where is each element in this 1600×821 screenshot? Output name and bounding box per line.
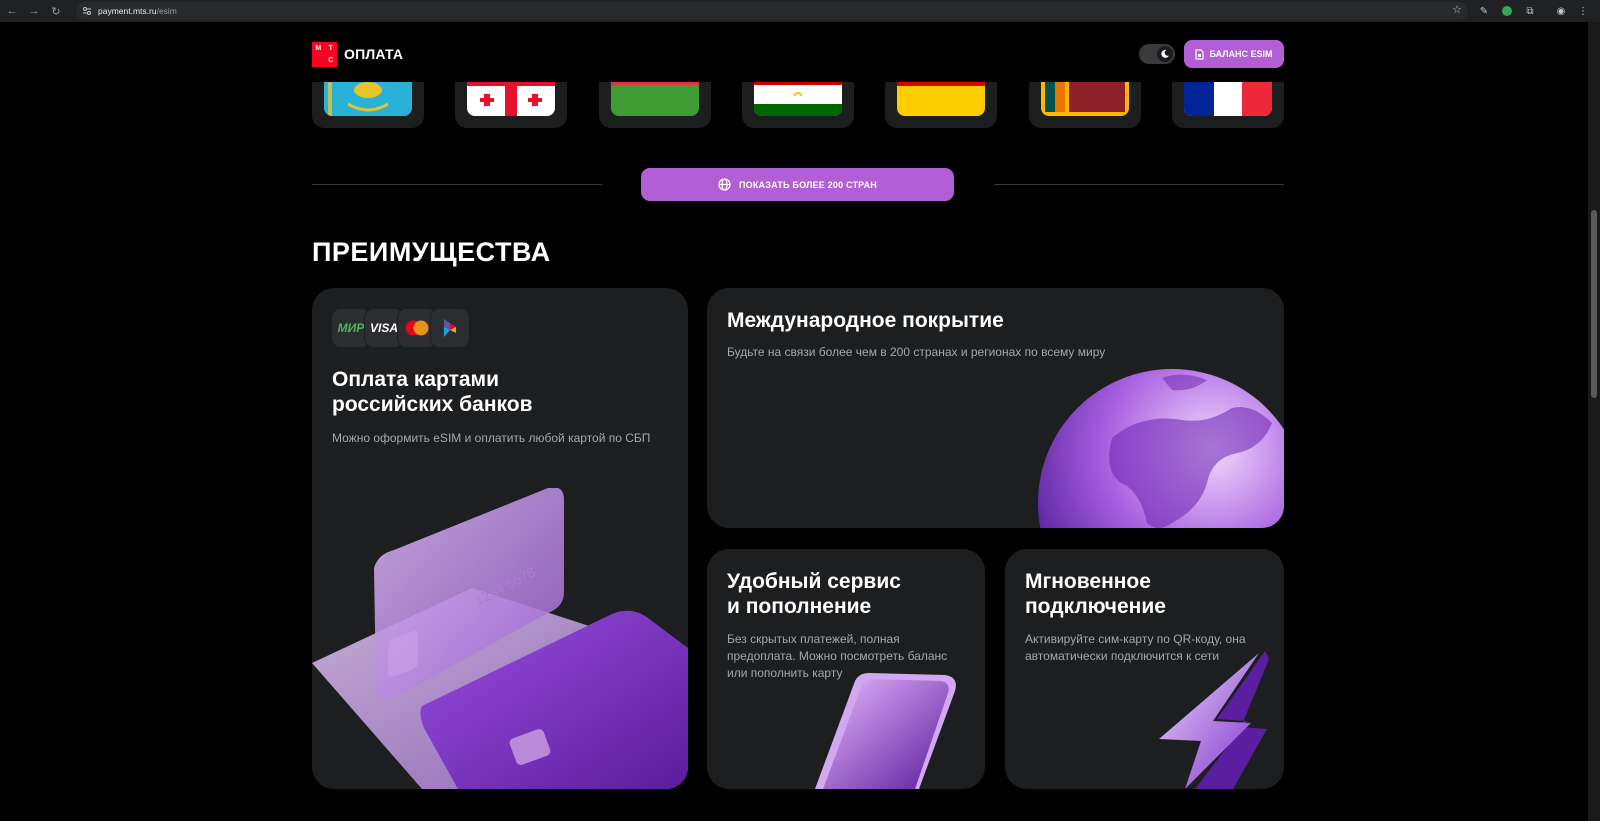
payment-card-title: Оплата картами российских банков: [332, 367, 532, 417]
instant-title-line2: подключение: [1025, 595, 1166, 618]
kazakhstan-flag-icon: [324, 82, 412, 116]
payment-logos: МИР VISA: [331, 308, 470, 348]
divider-left: [312, 184, 602, 185]
page-scrollbar[interactable]: [1588, 22, 1600, 821]
instant-title-line1: Мгновенное: [1025, 570, 1151, 593]
bank-cards-illustration: 1234 5678: [312, 488, 688, 789]
instant-advantage-card: Мгновенное подключение Активируйте сим-ка…: [1005, 549, 1284, 789]
brand-title: ОПЛАТА: [344, 46, 404, 62]
globe-illustration: [1038, 369, 1284, 528]
scrollbar-thumb[interactable]: [1591, 210, 1597, 398]
sbp-logo-icon: [430, 308, 470, 348]
georgia-flag-icon: [467, 82, 555, 116]
logo-letter: С: [328, 57, 334, 65]
payment-title-line1: Оплата картами: [332, 368, 499, 391]
flag-card-azerbaijan[interactable]: [599, 82, 711, 128]
globe-icon: [718, 178, 731, 191]
flag-card-kazakhstan[interactable]: [312, 82, 424, 128]
flag-card-sri-lanka[interactable]: [1029, 82, 1141, 128]
sim-icon: [1195, 48, 1205, 60]
divider-right: [994, 184, 1284, 185]
flag-card-france[interactable]: [1172, 82, 1284, 128]
instant-card-title: Мгновенное подключение: [1025, 569, 1166, 619]
extensions-puzzle-icon[interactable]: ⧉: [1522, 3, 1538, 19]
smartphone-illustration: [815, 673, 956, 789]
flag-card-tajikistan[interactable]: [742, 82, 854, 128]
payment-title-line2: российских банков: [332, 393, 533, 416]
moon-icon: [1157, 46, 1173, 62]
payment-card-text: Можно оформить eSIM и оплатить любой кар…: [332, 431, 651, 445]
service-title-line1: Удобный сервис: [727, 570, 901, 593]
visa-label: VISA: [369, 321, 398, 335]
payment-advantage-card: МИР VISA Оплата картами российских банков…: [312, 288, 688, 789]
site-settings-icon[interactable]: [80, 4, 94, 18]
country-flags-row: [312, 82, 1284, 128]
mts-logo[interactable]: М Т С: [312, 42, 337, 67]
sri-lanka-flag-icon: [1041, 82, 1129, 116]
site-header: М Т С ОПЛАТА БАЛАНС ESIM: [312, 39, 1284, 69]
service-advantage-card: Удобный сервис и пополнение Без скрытых п…: [707, 549, 985, 789]
france-flag-icon: [1184, 82, 1272, 116]
back-icon[interactable]: ←: [1, 0, 23, 22]
theme-toggle[interactable]: [1139, 44, 1175, 64]
forward-icon[interactable]: →: [23, 0, 45, 22]
service-card-title: Удобный сервис и пополнение: [727, 569, 901, 619]
coverage-advantage-card: Международное покрытие Будьте на связи б…: [707, 288, 1284, 528]
mir-label: МИР: [337, 321, 365, 335]
bookmark-star-icon[interactable]: ☆: [1452, 3, 1462, 16]
logo-letter: Т: [328, 44, 333, 52]
url-text: payment.mts.ru/esim: [98, 6, 177, 16]
address-bar[interactable]: payment.mts.ru/esim ☆: [76, 2, 1468, 20]
logo-letter: М: [315, 44, 322, 52]
tajikistan-flag-icon: [754, 82, 842, 116]
reload-icon[interactable]: ↻: [45, 0, 67, 22]
profile-icon[interactable]: ◉: [1553, 3, 1569, 19]
germany-flag-icon: [897, 82, 985, 116]
coverage-card-title: Международное покрытие: [727, 309, 1004, 332]
service-title-line2: и пополнение: [727, 595, 872, 618]
balance-esim-label: БАЛАНС ESIM: [1209, 49, 1273, 59]
show-more-countries-button[interactable]: ПОКАЗАТЬ БОЛЕЕ 200 СТРАН: [641, 168, 954, 201]
menu-kebab-icon[interactable]: ⋮: [1575, 3, 1591, 19]
lightning-bolt-illustration: [1159, 651, 1269, 789]
browser-toolbar: ← → ↻ payment.mts.ru/esim ☆ ✎ ⧉ ◉ ⋮: [0, 0, 1600, 22]
show-more-label: ПОКАЗАТЬ БОЛЕЕ 200 СТРАН: [739, 179, 877, 190]
flag-card-georgia[interactable]: [455, 82, 567, 128]
extension-pen-icon[interactable]: ✎: [1476, 3, 1492, 19]
balance-esim-button[interactable]: БАЛАНС ESIM: [1184, 40, 1284, 68]
extension-shield-icon[interactable]: [1499, 3, 1515, 19]
flag-card-germany[interactable]: [885, 82, 997, 128]
azerbaijan-flag-icon: [611, 82, 699, 116]
advantages-title: ПРЕИМУЩЕСТВА: [312, 237, 551, 267]
